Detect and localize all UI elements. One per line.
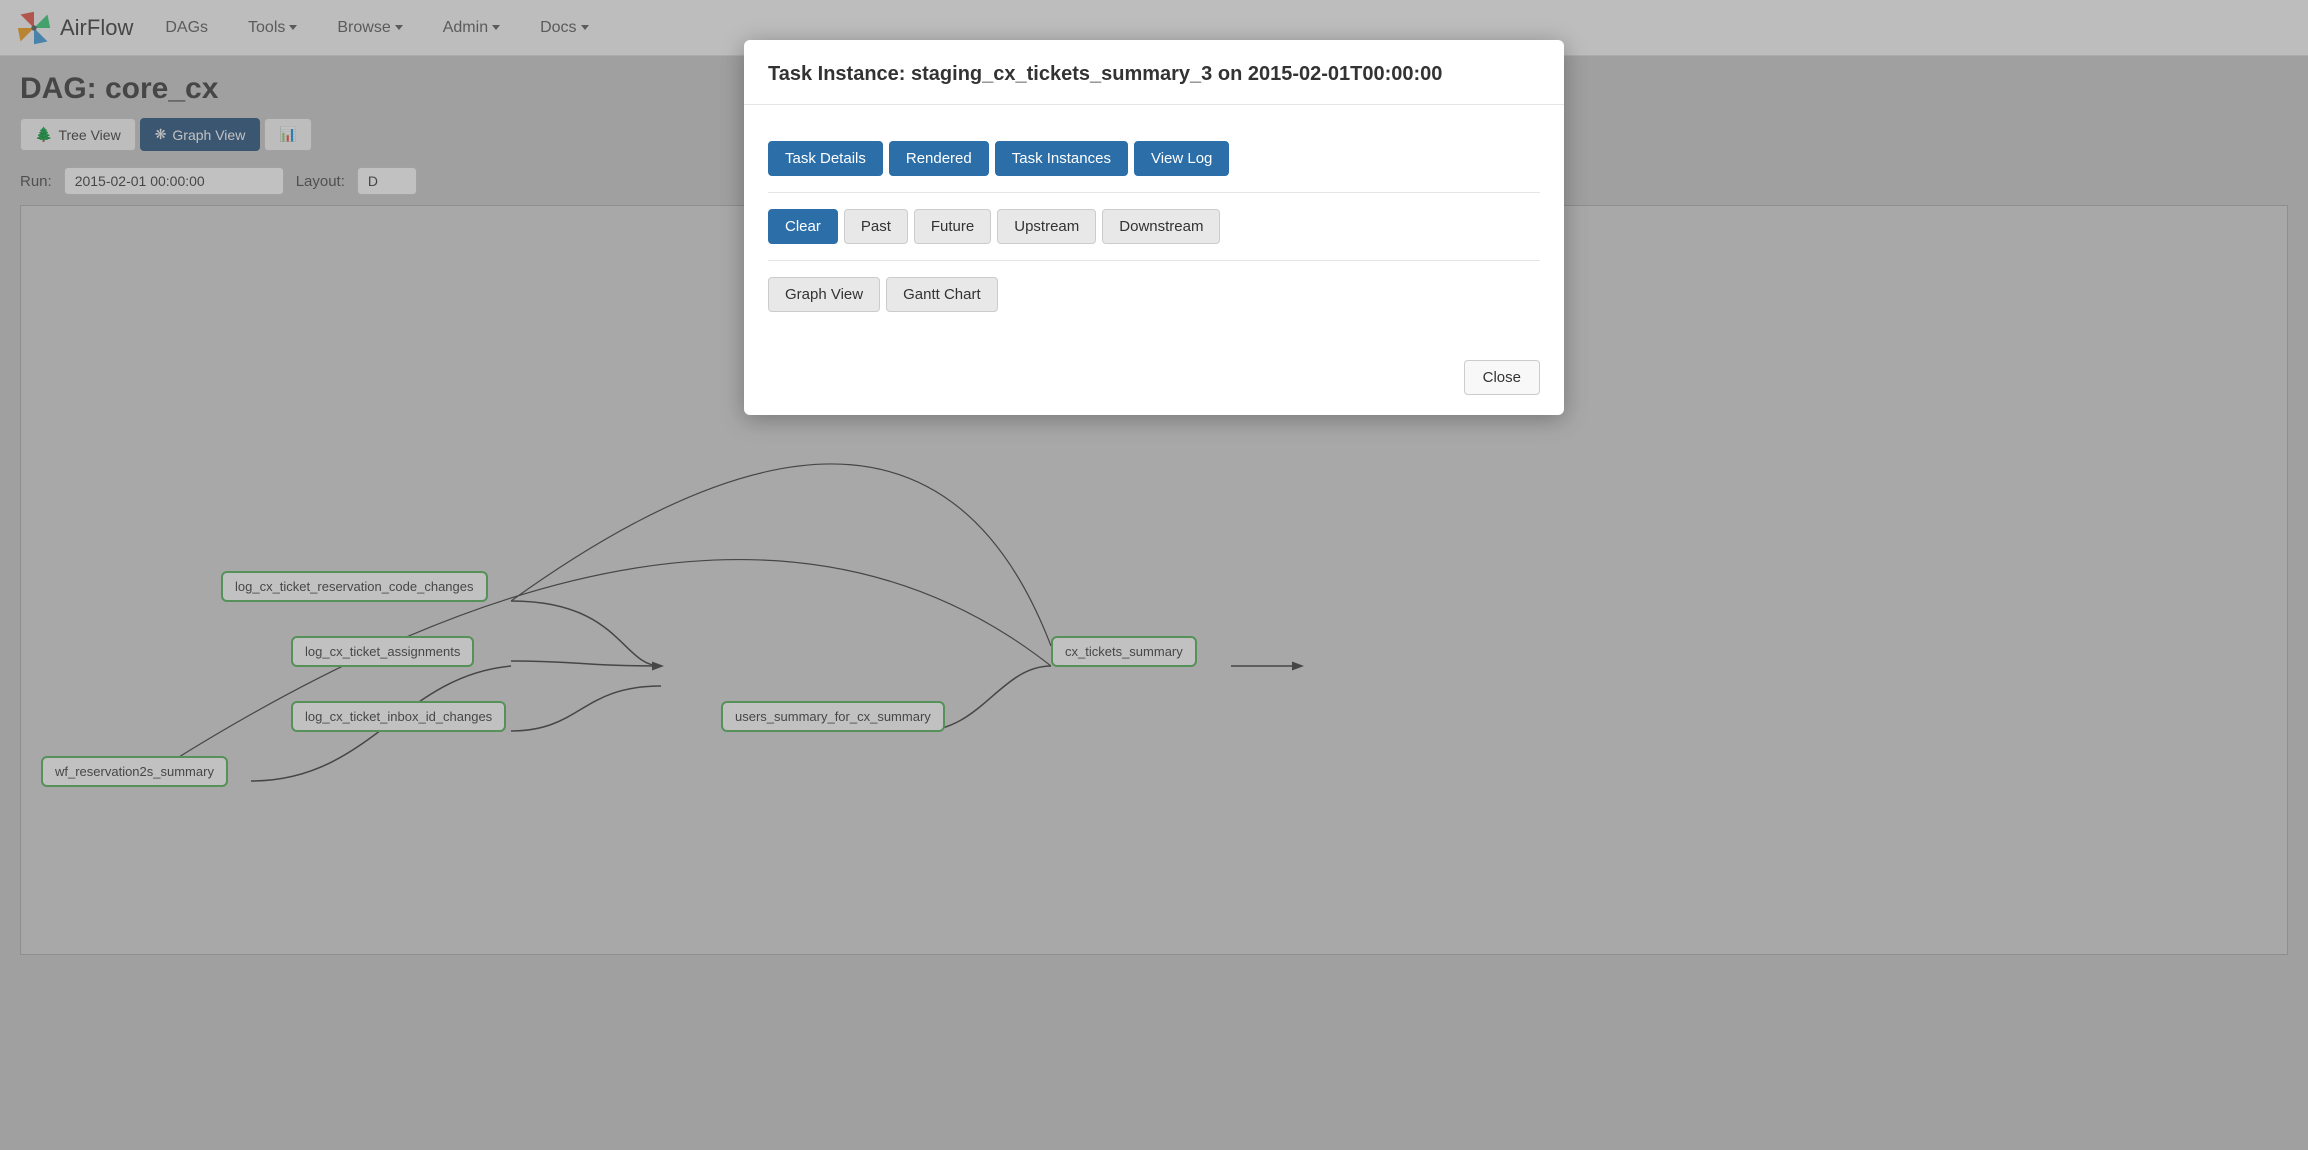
- modal-header: Task Instance: staging_cx_tickets_summar…: [744, 40, 1564, 105]
- modal-overlay: Task Instance: staging_cx_tickets_summar…: [0, 0, 2308, 1150]
- modal-title: Task Instance: staging_cx_tickets_summar…: [768, 60, 1540, 88]
- close-button[interactable]: Close: [1464, 360, 1540, 395]
- past-button[interactable]: Past: [844, 209, 908, 244]
- task-details-button[interactable]: Task Details: [768, 141, 883, 176]
- upstream-button[interactable]: Upstream: [997, 209, 1096, 244]
- rendered-button[interactable]: Rendered: [889, 141, 989, 176]
- view-buttons-group: Graph View Gantt Chart: [768, 277, 1540, 312]
- modal-action-section: Task Details Rendered Task Instances Vie…: [768, 125, 1540, 193]
- view-log-button[interactable]: View Log: [1134, 141, 1229, 176]
- gantt-chart-button[interactable]: Gantt Chart: [886, 277, 998, 312]
- action-buttons-group: Task Details Rendered Task Instances Vie…: [768, 141, 1540, 176]
- modal-graph-view-button[interactable]: Graph View: [768, 277, 880, 312]
- clear-buttons-group: Clear Past Future Upstream Downstream: [768, 209, 1540, 244]
- modal-footer: Close: [744, 348, 1564, 415]
- modal-body: Task Details Rendered Task Instances Vie…: [744, 105, 1564, 348]
- future-button[interactable]: Future: [914, 209, 991, 244]
- downstream-button[interactable]: Downstream: [1102, 209, 1220, 244]
- modal-view-section: Graph View Gantt Chart: [768, 261, 1540, 328]
- task-instances-button[interactable]: Task Instances: [995, 141, 1128, 176]
- modal-clear-section: Clear Past Future Upstream Downstream: [768, 193, 1540, 261]
- clear-button[interactable]: Clear: [768, 209, 838, 244]
- modal-dialog: Task Instance: staging_cx_tickets_summar…: [744, 40, 1564, 415]
